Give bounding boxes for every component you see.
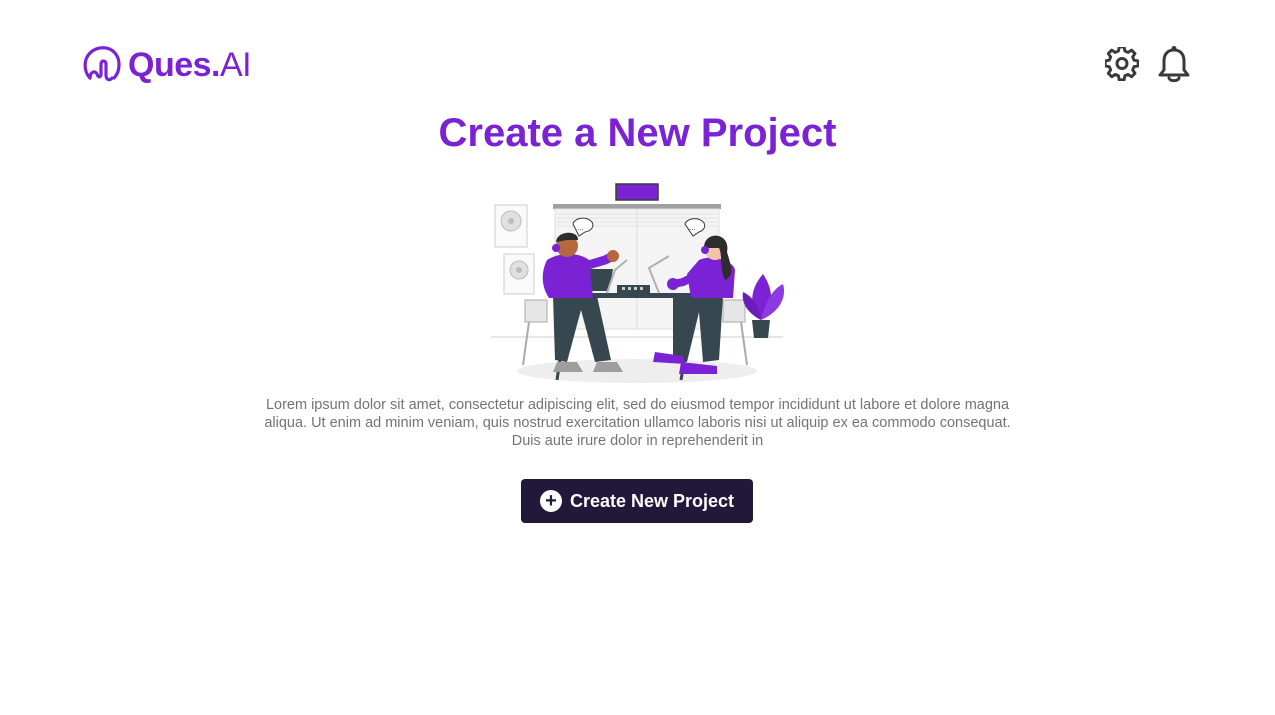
gear-icon [1105,47,1139,81]
bell-icon [1158,46,1190,83]
logo-text-light: AI [219,46,252,84]
app-header: Ques.AI [0,0,1275,110]
notifications-button[interactable] [1154,44,1194,84]
page-title: Create a New Project [438,111,837,155]
plus-circle-icon: + [539,490,562,512]
create-new-project-label: Create New Project [569,490,735,511]
description-text: Lorem ipsum dolor sit amet, consectetur … [264,397,1011,449]
settings-button[interactable] [1102,44,1142,84]
logo-text-bold: Ques. [128,46,220,84]
logo-mark-icon [83,46,121,82]
create-new-project-button[interactable]: + Create New Project [521,479,753,523]
logo-text: Ques.AI [128,45,252,85]
svg-text:...: ... [689,223,696,232]
svg-text:...: ... [577,223,584,232]
podcast-recording-illustration: ... ... [491,183,785,383]
ques-ai-logo[interactable]: Ques.AI [82,44,252,86]
